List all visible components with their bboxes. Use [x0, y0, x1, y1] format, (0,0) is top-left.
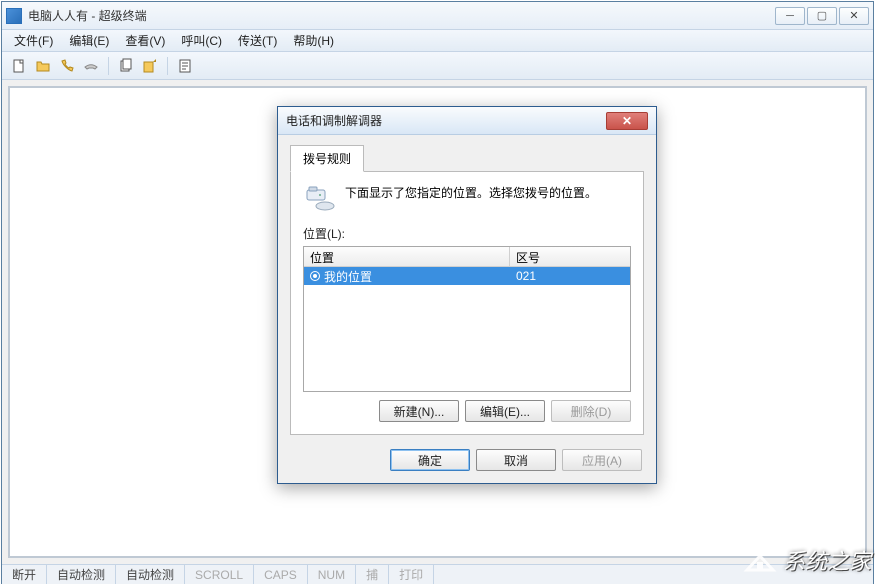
- modem-icon: [303, 184, 335, 215]
- row-area-code: 021: [510, 267, 630, 285]
- location-row[interactable]: 我的位置 021: [304, 267, 630, 285]
- status-capture: 捕: [356, 565, 389, 584]
- menubar: 文件(F) 编辑(E) 查看(V) 呼叫(C) 传送(T) 帮助(H): [2, 30, 873, 52]
- list-buttons: 新建(N)... 编辑(E)... 删除(D): [303, 400, 631, 422]
- window-title: 电脑人人有 - 超级终端: [28, 7, 147, 24]
- phone-modem-dialog: 电话和调制解调器 ✕ 拨号规则 下面显示了您指定的位置。选择您拨号的位置。 位置…: [277, 106, 657, 484]
- tab-panel: 下面显示了您指定的位置。选择您拨号的位置。 位置(L): 位置 区号 我的位置 …: [290, 172, 644, 435]
- description-row: 下面显示了您指定的位置。选择您拨号的位置。: [303, 184, 631, 215]
- menu-call[interactable]: 呼叫(C): [173, 30, 230, 51]
- menu-edit[interactable]: 编辑(E): [61, 30, 117, 51]
- status-caps: CAPS: [254, 565, 308, 584]
- ok-button[interactable]: 确定: [390, 449, 470, 471]
- new-file-icon[interactable]: [8, 55, 30, 77]
- dialog-description: 下面显示了您指定的位置。选择您拨号的位置。: [345, 184, 597, 201]
- menu-view[interactable]: 查看(V): [117, 30, 173, 51]
- hangup-icon[interactable]: [80, 55, 102, 77]
- dialog-body: 拨号规则 下面显示了您指定的位置。选择您拨号的位置。 位置(L): 位置: [278, 135, 656, 439]
- status-connection: 断开: [2, 565, 47, 584]
- status-print: 打印: [389, 565, 434, 584]
- status-scroll: SCROLL: [185, 565, 254, 584]
- watermark: 系统之家: [743, 540, 871, 580]
- properties-icon[interactable]: [174, 55, 196, 77]
- new-button[interactable]: 新建(N)...: [379, 400, 459, 422]
- toolbar-separator: [108, 57, 109, 75]
- cancel-button[interactable]: 取消: [476, 449, 556, 471]
- menu-help[interactable]: 帮助(H): [285, 30, 342, 51]
- tab-header: 拨号规则: [290, 145, 644, 172]
- location-list[interactable]: 位置 区号 我的位置 021: [303, 246, 631, 392]
- watermark-text: 系统之家: [783, 544, 871, 576]
- dialog-close-button[interactable]: ✕: [606, 112, 648, 130]
- menu-transfer[interactable]: 传送(T): [230, 30, 285, 51]
- selected-indicator-icon: [310, 271, 320, 281]
- delete-button: 删除(D): [551, 400, 631, 422]
- open-file-icon[interactable]: [32, 55, 54, 77]
- app-icon: [6, 8, 22, 24]
- column-location[interactable]: 位置: [304, 247, 510, 266]
- close-button[interactable]: ✕: [839, 7, 869, 25]
- dialog-titlebar: 电话和调制解调器 ✕: [278, 107, 656, 135]
- status-autodetect-1: 自动检测: [47, 565, 116, 584]
- minimize-button[interactable]: ─: [775, 7, 805, 25]
- toolbar-separator-2: [167, 57, 168, 75]
- column-area[interactable]: 区号: [510, 247, 630, 266]
- call-icon[interactable]: [56, 55, 78, 77]
- send-icon[interactable]: [115, 55, 137, 77]
- tab-dialing-rules[interactable]: 拨号规则: [290, 145, 364, 172]
- status-num: NUM: [308, 565, 356, 584]
- window-controls: ─ ▢ ✕: [775, 7, 869, 25]
- location-label: 位置(L):: [303, 225, 631, 242]
- watermark-icon: [743, 540, 777, 580]
- receive-icon[interactable]: [139, 55, 161, 77]
- apply-button: 应用(A): [562, 449, 642, 471]
- status-autodetect-2: 自动检测: [116, 565, 185, 584]
- edit-button[interactable]: 编辑(E)...: [465, 400, 545, 422]
- list-header: 位置 区号: [304, 247, 630, 267]
- titlebar: 电脑人人有 - 超级终端 ─ ▢ ✕: [2, 2, 873, 30]
- row-location-name: 我的位置: [324, 268, 372, 285]
- toolbar: [2, 52, 873, 80]
- dialog-footer: 确定 取消 应用(A): [278, 439, 656, 483]
- dialog-title: 电话和调制解调器: [286, 112, 382, 129]
- maximize-button[interactable]: ▢: [807, 7, 837, 25]
- menu-file[interactable]: 文件(F): [6, 30, 61, 51]
